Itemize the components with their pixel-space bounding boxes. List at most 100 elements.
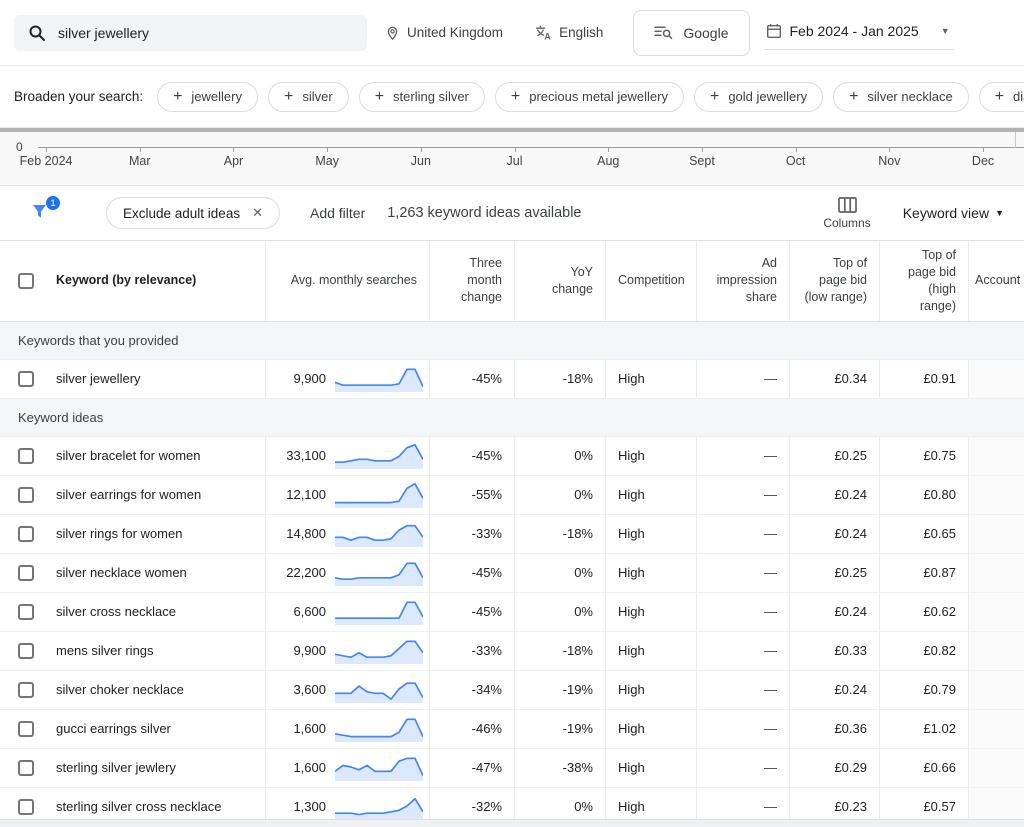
month-tick (608, 147, 609, 152)
yoy-change-cell: 0% (515, 593, 606, 631)
search-input[interactable] (58, 25, 353, 41)
ad-impression-share-cell-text: — (764, 799, 777, 814)
broaden-chip[interactable]: +silver necklace (833, 82, 969, 112)
column-header[interactable]: Top of page bid (low range) (802, 255, 867, 306)
column-header[interactable]: Top of page bid (high range) (892, 247, 956, 315)
three-month-change-cell-text: -47% (472, 760, 502, 775)
row-checkbox[interactable] (18, 487, 34, 503)
three-month-change-cell: -46% (430, 710, 515, 748)
competition-cell-text: High (618, 643, 645, 658)
top-bid-low-cell-text: £0.36 (834, 721, 867, 736)
language-selector[interactable]: A English (535, 25, 603, 41)
keyword-cell[interactable]: silver cross necklace (48, 593, 266, 631)
row-checkbox[interactable] (18, 760, 34, 776)
keyword-cell[interactable]: silver earrings for women (48, 476, 266, 514)
keyword-cell[interactable]: mens silver rings (48, 632, 266, 670)
month-tick (796, 147, 797, 152)
keyword-search-box[interactable] (14, 15, 367, 51)
chevron-down-icon: ▼ (995, 208, 1004, 218)
filter-funnel-button[interactable]: 1 (30, 200, 56, 226)
account-status-cell (969, 437, 1024, 475)
top-bid-high-cell: £0.65 (880, 515, 969, 553)
row-checkbox[interactable] (18, 448, 34, 464)
broaden-chip[interactable]: +silver (268, 82, 349, 112)
row-checkbox-cell (0, 487, 48, 503)
row-checkbox-cell (0, 760, 48, 776)
column-header[interactable]: Avg. monthly searches (291, 272, 417, 289)
yoy-change-cell-text: -18% (563, 526, 593, 541)
three-month-change-cell: -33% (430, 632, 515, 670)
avg-monthly-searches-cell: 3,600 (266, 671, 430, 709)
table-row: gucci earrings silver1,600-46%-19%High—£… (0, 710, 1024, 749)
row-checkbox[interactable] (18, 371, 34, 387)
row-checkbox[interactable] (18, 643, 34, 659)
calendar-icon (766, 23, 782, 39)
competition-cell: High (606, 515, 697, 553)
broaden-chip[interactable]: +precious metal jewellery (495, 82, 684, 112)
exclude-adult-ideas-chip[interactable]: Exclude adult ideas ✕ (106, 197, 280, 229)
broaden-chip-label: sterling silver (393, 89, 469, 104)
keyword-cell[interactable]: silver bracelet for women (48, 437, 266, 475)
table-row: mens silver rings9,900-33%-18%High—£0.33… (0, 632, 1024, 671)
column-header[interactable]: YoY change (527, 264, 593, 298)
location-selector[interactable]: United Kingdom (385, 25, 503, 41)
competition-cell: High (606, 671, 697, 709)
month-label: Mar (129, 154, 151, 168)
month-label: May (315, 154, 339, 168)
keyword-cell[interactable]: sterling silver jewlery (48, 749, 266, 787)
keyword-cell[interactable]: silver necklace women (48, 554, 266, 592)
select-all-checkbox[interactable] (18, 273, 34, 289)
row-checkbox[interactable] (18, 682, 34, 698)
row-checkbox[interactable] (18, 799, 34, 815)
yoy-change-cell: 0% (515, 554, 606, 592)
column-header[interactable]: Keyword (by relevance) (56, 272, 196, 289)
plus-icon: + (511, 89, 520, 105)
keyword-cell[interactable]: silver choker necklace (48, 671, 266, 709)
row-checkbox[interactable] (18, 565, 34, 581)
add-filter-button[interactable]: Add filter (310, 205, 365, 221)
top-bid-low-cell: £0.25 (790, 437, 880, 475)
column-header[interactable]: Ad impression share (709, 255, 777, 306)
broaden-chip[interactable]: +sterling silver (359, 82, 485, 112)
yoy-change-cell: -19% (515, 710, 606, 748)
search-network-button[interactable]: Google (633, 10, 749, 56)
account-status-cell (969, 749, 1024, 787)
row-checkbox-cell (0, 799, 48, 815)
close-icon[interactable]: ✕ (252, 205, 263, 221)
avg-monthly-searches-cell-text: 33,100 (286, 448, 326, 463)
broaden-chip[interactable]: +diamond jewellery (979, 82, 1024, 112)
account-status-cell (969, 710, 1024, 748)
avg-monthly-searches-cell-text: 1,600 (293, 760, 326, 775)
section-label: Keywords that you provided (18, 333, 178, 348)
column-header[interactable]: Three month change (442, 255, 502, 306)
avg-monthly-searches-cell-text: 6,600 (293, 604, 326, 619)
row-checkbox-cell (0, 448, 48, 464)
svg-text:A: A (544, 31, 551, 40)
yoy-change-cell-text: -18% (563, 643, 593, 658)
row-checkbox[interactable] (18, 526, 34, 542)
keyword-cell-text: silver jewellery (56, 371, 141, 386)
plus-icon: + (284, 89, 293, 105)
keyword-view-selector[interactable]: Keyword view ▼ (903, 205, 1004, 221)
broaden-chip[interactable]: +gold jewellery (694, 82, 823, 112)
top-bid-low-cell: £0.24 (790, 515, 880, 553)
row-checkbox[interactable] (18, 604, 34, 620)
table-row: silver earrings for women12,100-55%0%Hig… (0, 476, 1024, 515)
top-bid-low-cell-text: £0.24 (834, 526, 867, 541)
broaden-chip[interactable]: +jewellery (157, 82, 258, 112)
competition-cell: High (606, 360, 697, 398)
date-range-selector[interactable]: Feb 2024 - Jan 2025 ▼ (764, 16, 954, 50)
table-row: silver necklace women22,200-45%0%High—£0… (0, 554, 1024, 593)
top-bid-high-cell-text: £0.57 (923, 799, 956, 814)
row-checkbox[interactable] (18, 721, 34, 737)
column-header[interactable]: Account S (975, 272, 1024, 289)
volume-chart-strip: 0 Feb 2024MarAprMayJunJulAugSeptOctNovDe… (0, 128, 1024, 186)
column-header[interactable]: Competition (618, 272, 685, 289)
ad-impression-share-cell: — (697, 671, 790, 709)
keyword-cell[interactable]: silver jewellery (48, 360, 266, 398)
competition-cell: High (606, 476, 697, 514)
keyword-cell[interactable]: gucci earrings silver (48, 710, 266, 748)
competition-cell: High (606, 554, 697, 592)
keyword-cell[interactable]: silver rings for women (48, 515, 266, 553)
columns-button[interactable]: Columns (823, 197, 870, 230)
